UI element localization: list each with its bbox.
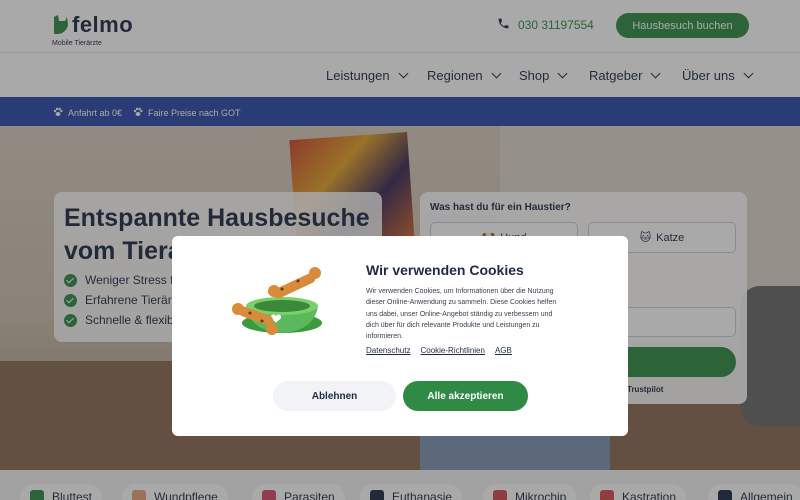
cookie-title: Wir verwenden Cookies	[366, 262, 524, 278]
privacy-link[interactable]: Datenschutz	[366, 346, 410, 355]
cookie-dialog: Wir verwenden Cookies Wir verwenden Cook…	[172, 236, 628, 436]
cookie-text: Wir verwenden Cookies, um Informationen …	[366, 288, 557, 341]
accept-all-cookies-button[interactable]: Alle akzeptieren	[403, 381, 528, 411]
cookie-links: Datenschutz Cookie-Richtlinien AGB	[366, 346, 512, 355]
dog-bowl-icon	[232, 261, 332, 341]
cookie-policy-link[interactable]: Cookie-Richtlinien	[420, 346, 484, 355]
terms-link[interactable]: AGB	[495, 346, 512, 355]
reject-cookies-button[interactable]: Ablehnen	[273, 381, 396, 411]
